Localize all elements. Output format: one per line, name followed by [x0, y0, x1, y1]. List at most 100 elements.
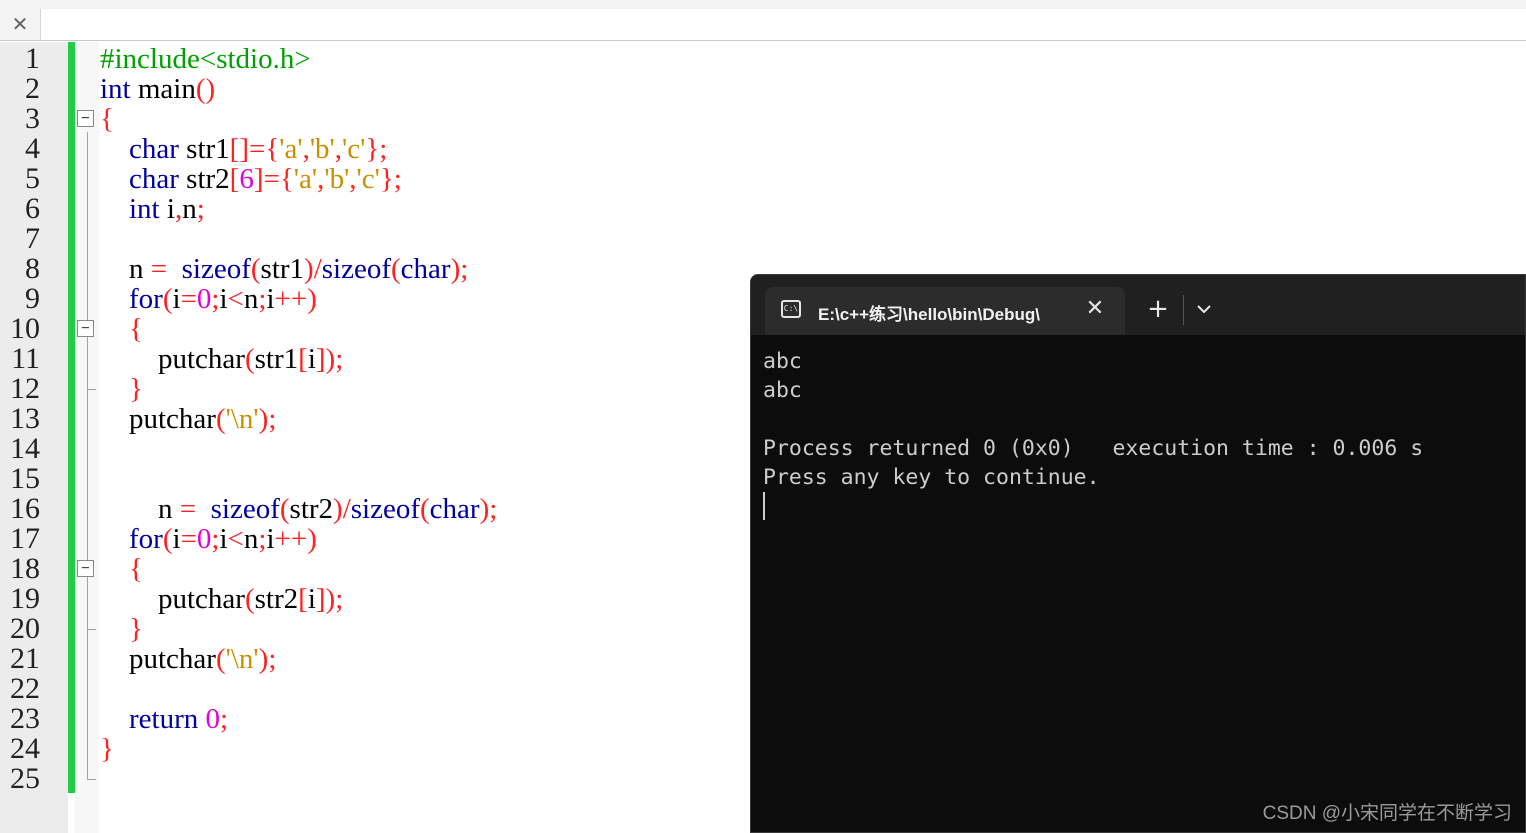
fold-collapse-icon[interactable]: −: [77, 320, 94, 337]
line-number: 1: [25, 42, 40, 75]
code-token: n: [100, 493, 180, 525]
code-token: [: [229, 163, 240, 195]
code-token: 'a': [293, 163, 318, 195]
code-line: }: [100, 614, 497, 644]
fold-collapse-icon[interactable]: −: [77, 560, 94, 577]
fold-end-marker: [87, 389, 96, 390]
code-token: int: [129, 193, 160, 225]
code-token: 6: [239, 163, 254, 195]
code-token: ;: [196, 193, 205, 225]
code-token: <: [227, 523, 244, 555]
code-line: putchar(str2[i]);: [100, 584, 497, 614]
code-token: 0: [198, 703, 221, 735]
line-number: 7: [25, 222, 40, 255]
code-token: putchar: [100, 403, 216, 435]
code-token: (: [420, 493, 430, 525]
code-token: main: [137, 73, 196, 105]
code-token: i: [266, 283, 275, 315]
code-token: (: [215, 403, 226, 435]
code-token: for: [129, 283, 163, 315]
code-token: (: [391, 253, 401, 285]
code-token: ]);: [315, 583, 344, 615]
terminal-line: Process returned 0 (0x0) execution time …: [763, 436, 1424, 461]
code-line: for(i=0;i<n;i++): [100, 524, 497, 554]
code-token: =: [179, 493, 197, 525]
code-token: 'b': [324, 163, 350, 195]
console-icon: C:\: [781, 300, 801, 318]
code-token: {: [129, 313, 143, 345]
code-token: ++): [274, 283, 317, 315]
code-token: char: [129, 163, 179, 195]
code-token: for: [129, 523, 163, 555]
code-token: return: [129, 703, 199, 735]
fold-end-marker: [87, 629, 96, 630]
code-token: sizeof: [350, 493, 420, 525]
code-token: sizeof: [210, 493, 280, 525]
line-number-gutter: 1 2 3 4 5 6 7 8 9 10 11 12 13 14 15 16 17 18 19 20 21 22 23 24 2…: [0, 42, 68, 833]
code-line: }: [100, 734, 497, 764]
code-line: #include<stdio.h>: [100, 44, 497, 74]
line-number: 22: [10, 672, 40, 705]
fold-collapse-icon[interactable]: −: [77, 110, 94, 127]
line-number: 16: [10, 492, 40, 525]
code-line: {: [100, 554, 497, 584]
fold-guide-line: [87, 132, 88, 780]
code-token: ,: [349, 163, 357, 195]
code-token: <: [227, 283, 244, 315]
line-number: 10: [10, 312, 40, 345]
code-token: };: [379, 163, 402, 195]
line-number: 21: [10, 642, 40, 675]
chevron-down-icon[interactable]: [1193, 297, 1215, 321]
code-token: );: [258, 643, 277, 675]
new-tab-button[interactable]: +: [1143, 295, 1173, 325]
code-token: i: [172, 523, 181, 555]
line-number: 15: [10, 462, 40, 495]
code-line: putchar(str1[i]);: [100, 344, 497, 374]
terminal-tab-title: E:\c++练习\hello\bin\Debug\: [818, 305, 1040, 324]
line-number: 17: [10, 522, 40, 555]
line-number: 5: [25, 162, 40, 195]
code-token: sizeof: [321, 253, 391, 285]
terminal-tab[interactable]: C:\ E:\c++练习\hello\bin\Debug\ ✕: [765, 287, 1125, 335]
code-token: {: [100, 103, 114, 135]
code-token: putchar: [100, 583, 245, 615]
code-token: 'a': [279, 133, 303, 165]
code-token: '\n': [225, 643, 259, 675]
code-token: #include<stdio.h>: [100, 43, 311, 75]
code-token: char: [129, 133, 179, 165]
code-token: (: [162, 523, 173, 555]
terminal-line: abc: [763, 378, 802, 403]
close-tab-icon[interactable]: ✕: [0, 9, 41, 40]
terminal-output: abc abc Process returned 0 (0x0) execution…: [763, 347, 1423, 521]
code-token: }: [100, 733, 114, 765]
code-line: int main(): [100, 74, 497, 104]
code-line: putchar('\n');: [100, 404, 497, 434]
code-line: int i,n;: [100, 194, 497, 224]
line-number: 25: [10, 762, 40, 795]
line-number: 11: [11, 342, 40, 375]
code-token: );: [450, 253, 469, 285]
code-token: (: [279, 493, 290, 525]
code-token: ,: [302, 133, 310, 165]
watermark: CSDN @小宋同学在不断学习: [1262, 803, 1512, 824]
terminal-window[interactable]: C:\ E:\c++练习\hello\bin\Debug\ ✕ + abc abc…: [750, 274, 1526, 833]
close-icon[interactable]: ✕: [1083, 295, 1107, 323]
titlebar-divider: [1183, 295, 1184, 325]
text-cursor: [763, 492, 765, 520]
code-token: str1: [186, 133, 230, 165]
code-editor[interactable]: #include<stdio.h> int main(){ char str1[]…: [100, 44, 497, 794]
code-token: int: [100, 73, 131, 105]
